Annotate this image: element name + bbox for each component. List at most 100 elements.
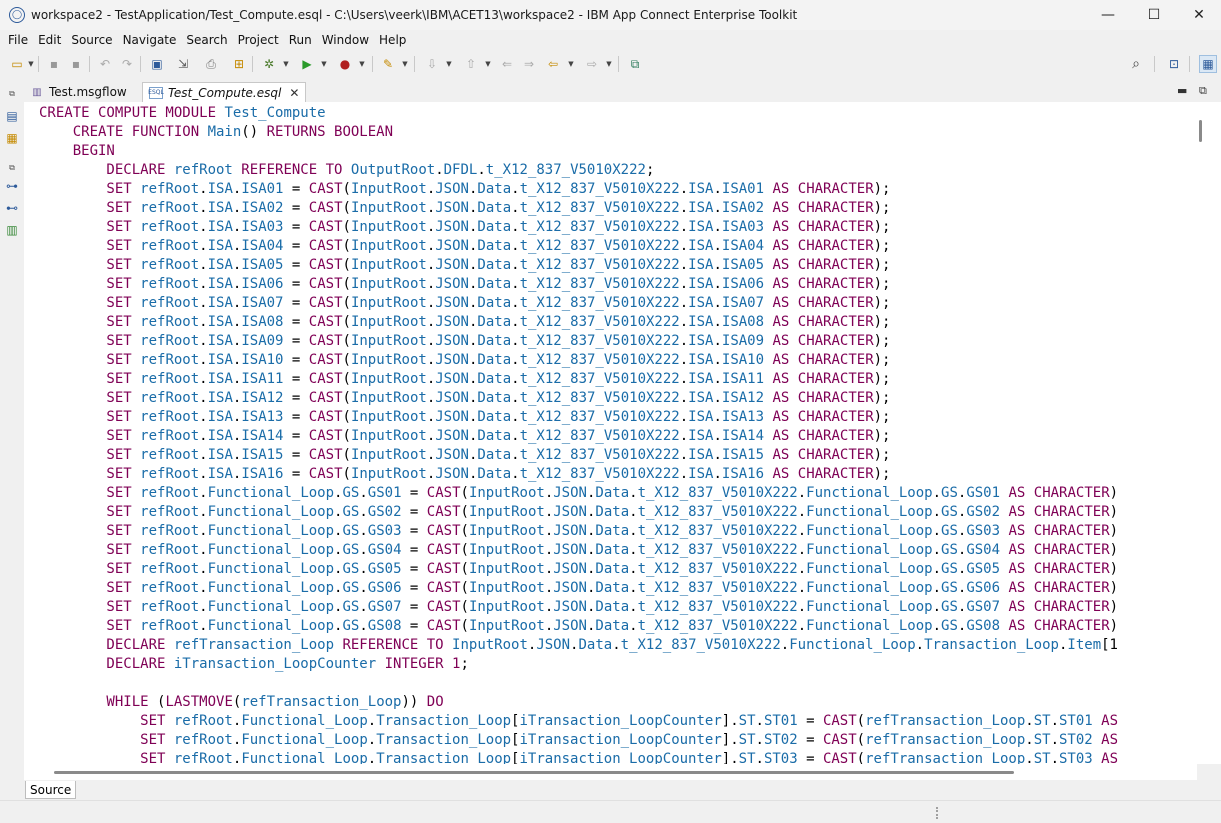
code-line[interactable]: SET refRoot.ISA.ISA16 = CAST(InputRoot.J… xyxy=(39,465,1118,484)
next-annotation-dropdown-icon[interactable]: ▼ xyxy=(445,57,453,71)
maximize-button[interactable]: ☐ xyxy=(1131,0,1177,30)
forward-dropdown-icon[interactable]: ▼ xyxy=(605,57,613,71)
redo-icon[interactable]: ↷ xyxy=(119,56,135,72)
code-line[interactable]: SET refRoot.Functional_Loop.GS.GS08 = CA… xyxy=(39,617,1118,636)
code-line[interactable]: DECLARE refRoot REFERENCE TO OutputRoot.… xyxy=(39,161,1118,180)
menu-window[interactable]: Window xyxy=(317,33,374,47)
undo-icon[interactable]: ↶ xyxy=(97,56,113,72)
outline-icon[interactable]: ⊶ xyxy=(4,178,20,194)
print-icon[interactable]: ⎙ xyxy=(203,56,219,72)
code-line[interactable]: SET refRoot.ISA.ISA11 = CAST(InputRoot.J… xyxy=(39,370,1118,389)
menu-edit[interactable]: Edit xyxy=(33,33,66,47)
code-line[interactable]: SET refRoot.Functional_Loop.GS.GS07 = CA… xyxy=(39,598,1118,617)
new-icon[interactable]: ▭ xyxy=(9,56,25,72)
tab-test-compute-esql[interactable]: ESQL Test_Compute.esql ✕ xyxy=(142,82,307,102)
code-line[interactable]: SET refRoot.ISA.ISA15 = CAST(InputRoot.J… xyxy=(39,446,1118,465)
search-icon[interactable]: ⌕ xyxy=(1128,56,1144,72)
scrollbar-thumb[interactable] xyxy=(1199,120,1202,142)
wand-icon[interactable]: ✎ xyxy=(380,56,396,72)
code-line[interactable]: DECLARE refTransaction_Loop REFERENCE TO… xyxy=(39,636,1118,655)
console-icon[interactable]: ▣ xyxy=(149,56,165,72)
close-tab-icon[interactable]: ✕ xyxy=(289,86,299,100)
code-line[interactable]: SET refRoot.Functional_Loop.GS.GS06 = CA… xyxy=(39,579,1118,598)
hierarchy-icon[interactable]: ⊷ xyxy=(4,200,20,216)
code-line[interactable]: SET refRoot.Functional_Loop.Transaction_… xyxy=(39,712,1118,731)
code-line[interactable]: SET refRoot.ISA.ISA03 = CAST(InputRoot.J… xyxy=(39,218,1118,237)
debug-icon[interactable]: ✲ xyxy=(261,56,277,72)
save-all-icon[interactable]: ▪ xyxy=(68,56,84,72)
run-dropdown-icon[interactable]: ▼ xyxy=(320,57,328,71)
horizontal-scrollbar[interactable] xyxy=(37,764,1197,780)
code-line[interactable] xyxy=(39,674,1118,693)
palette-icon[interactable]: ▥ xyxy=(4,222,20,238)
code-line[interactable]: SET refRoot.ISA.ISA06 = CAST(InputRoot.J… xyxy=(39,275,1118,294)
debug-dropdown-icon[interactable]: ▼ xyxy=(282,57,290,71)
external-tools-dropdown-icon[interactable]: ▼ xyxy=(358,57,366,71)
tab-test-msgflow[interactable]: ▥ Test.msgflow xyxy=(24,82,133,102)
code-line[interactable]: SET refRoot.Functional_Loop.GS.GS01 = CA… xyxy=(39,484,1118,503)
forward-icon[interactable]: ⇨ xyxy=(584,56,600,72)
save-icon[interactable]: ▪ xyxy=(46,56,62,72)
deploy-icon[interactable]: ⊞ xyxy=(231,56,247,72)
prev-annotation-icon[interactable]: ⇧ xyxy=(463,56,479,72)
scrollbar-thumb[interactable] xyxy=(54,771,1014,774)
menu-help[interactable]: Help xyxy=(374,33,411,47)
menu-project[interactable]: Project xyxy=(233,33,284,47)
run-icon[interactable]: ▶ xyxy=(299,56,315,72)
last-edit-icon[interactable]: ⇐ xyxy=(499,56,515,72)
maximize-editor-icon[interactable]: ⧉ xyxy=(1199,84,1207,98)
code-text[interactable]: CREATE COMPUTE MODULE Test_Compute CREAT… xyxy=(39,104,1118,764)
code-line[interactable]: SET refRoot.ISA.ISA13 = CAST(InputRoot.J… xyxy=(39,408,1118,427)
code-line[interactable]: SET refRoot.ISA.ISA12 = CAST(InputRoot.J… xyxy=(39,389,1118,408)
patterns-icon[interactable]: ▦ xyxy=(4,130,20,146)
code-line[interactable]: DECLARE iTransaction_LoopCounter INTEGER… xyxy=(39,655,1118,674)
back-icon[interactable]: ⇦ xyxy=(545,56,561,72)
code-line[interactable]: SET refRoot.ISA.ISA05 = CAST(InputRoot.J… xyxy=(39,256,1118,275)
code-line[interactable]: SET refRoot.ISA.ISA02 = CAST(InputRoot.J… xyxy=(39,199,1118,218)
code-line[interactable]: CREATE COMPUTE MODULE Test_Compute xyxy=(39,104,1118,123)
wand-dropdown-icon[interactable]: ▼ xyxy=(401,57,409,71)
code-line[interactable]: WHILE (LASTMOVE(refTransaction_Loop)) DO xyxy=(39,693,1118,712)
code-line[interactable]: SET refRoot.ISA.ISA14 = CAST(InputRoot.J… xyxy=(39,427,1118,446)
last-edit-forward-icon[interactable]: ⇒ xyxy=(521,56,537,72)
menu-search[interactable]: Search xyxy=(181,33,232,47)
integration-perspective-icon[interactable]: ▦ xyxy=(1199,55,1217,73)
code-line[interactable]: SET refRoot.Functional_Loop.GS.GS05 = CA… xyxy=(39,560,1118,579)
code-line[interactable]: BEGIN xyxy=(39,142,1118,161)
back-dropdown-icon[interactable]: ▼ xyxy=(567,57,575,71)
code-line[interactable]: SET refRoot.Functional_Loop.GS.GS03 = CA… xyxy=(39,522,1118,541)
external-tools-icon[interactable]: ● xyxy=(337,56,353,72)
restore-icon[interactable]: ⧉ xyxy=(4,86,20,102)
minimize-editor-icon[interactable]: ▬ xyxy=(1177,84,1187,97)
application-development-icon[interactable]: ▤ xyxy=(4,108,20,124)
code-text: . xyxy=(797,599,807,615)
code-line[interactable]: SET refRoot.Functional_Loop.GS.GS02 = CA… xyxy=(39,503,1118,522)
menu-source[interactable]: Source xyxy=(66,33,117,47)
code-line[interactable]: SET refRoot.ISA.ISA04 = CAST(InputRoot.J… xyxy=(39,237,1118,256)
open-perspective-icon[interactable]: ⊡ xyxy=(1166,56,1182,72)
code-line[interactable]: SET refRoot.Functional_Loop.Transaction_… xyxy=(39,750,1118,764)
code-line[interactable]: CREATE FUNCTION Main() RETURNS BOOLEAN xyxy=(39,123,1118,142)
code-line[interactable]: SET refRoot.Functional_Loop.Transaction_… xyxy=(39,731,1118,750)
restore-icon[interactable]: ⧉ xyxy=(4,160,20,176)
prev-annotation-dropdown-icon[interactable]: ▼ xyxy=(484,57,492,71)
next-annotation-icon[interactable]: ⇩ xyxy=(424,56,440,72)
new-dropdown-icon[interactable]: ▼ xyxy=(27,57,35,71)
tab-source[interactable]: Source xyxy=(25,781,77,799)
code-line[interactable]: SET refRoot.ISA.ISA08 = CAST(InputRoot.J… xyxy=(39,313,1118,332)
import-icon[interactable]: ⇲ xyxy=(175,56,191,72)
vertical-scrollbar[interactable] xyxy=(1197,102,1221,764)
menu-file[interactable]: File xyxy=(3,33,33,47)
code-line[interactable]: SET refRoot.ISA.ISA07 = CAST(InputRoot.J… xyxy=(39,294,1118,313)
menu-navigate[interactable]: Navigate xyxy=(118,33,182,47)
minimize-button[interactable]: — xyxy=(1085,0,1131,30)
code-line[interactable]: SET refRoot.ISA.ISA01 = CAST(InputRoot.J… xyxy=(39,180,1118,199)
code-line[interactable]: SET refRoot.ISA.ISA09 = CAST(InputRoot.J… xyxy=(39,332,1118,351)
code-line[interactable]: SET refRoot.ISA.ISA10 = CAST(InputRoot.J… xyxy=(39,351,1118,370)
code-identifier: GS xyxy=(941,580,958,596)
close-button[interactable]: ✕ xyxy=(1176,0,1221,30)
esql-editor[interactable]: CREATE COMPUTE MODULE Test_Compute CREAT… xyxy=(37,102,1197,764)
pin-editor-icon[interactable]: ⧉ xyxy=(627,56,643,72)
code-line[interactable]: SET refRoot.Functional_Loop.GS.GS04 = CA… xyxy=(39,541,1118,560)
menu-run[interactable]: Run xyxy=(284,33,317,47)
